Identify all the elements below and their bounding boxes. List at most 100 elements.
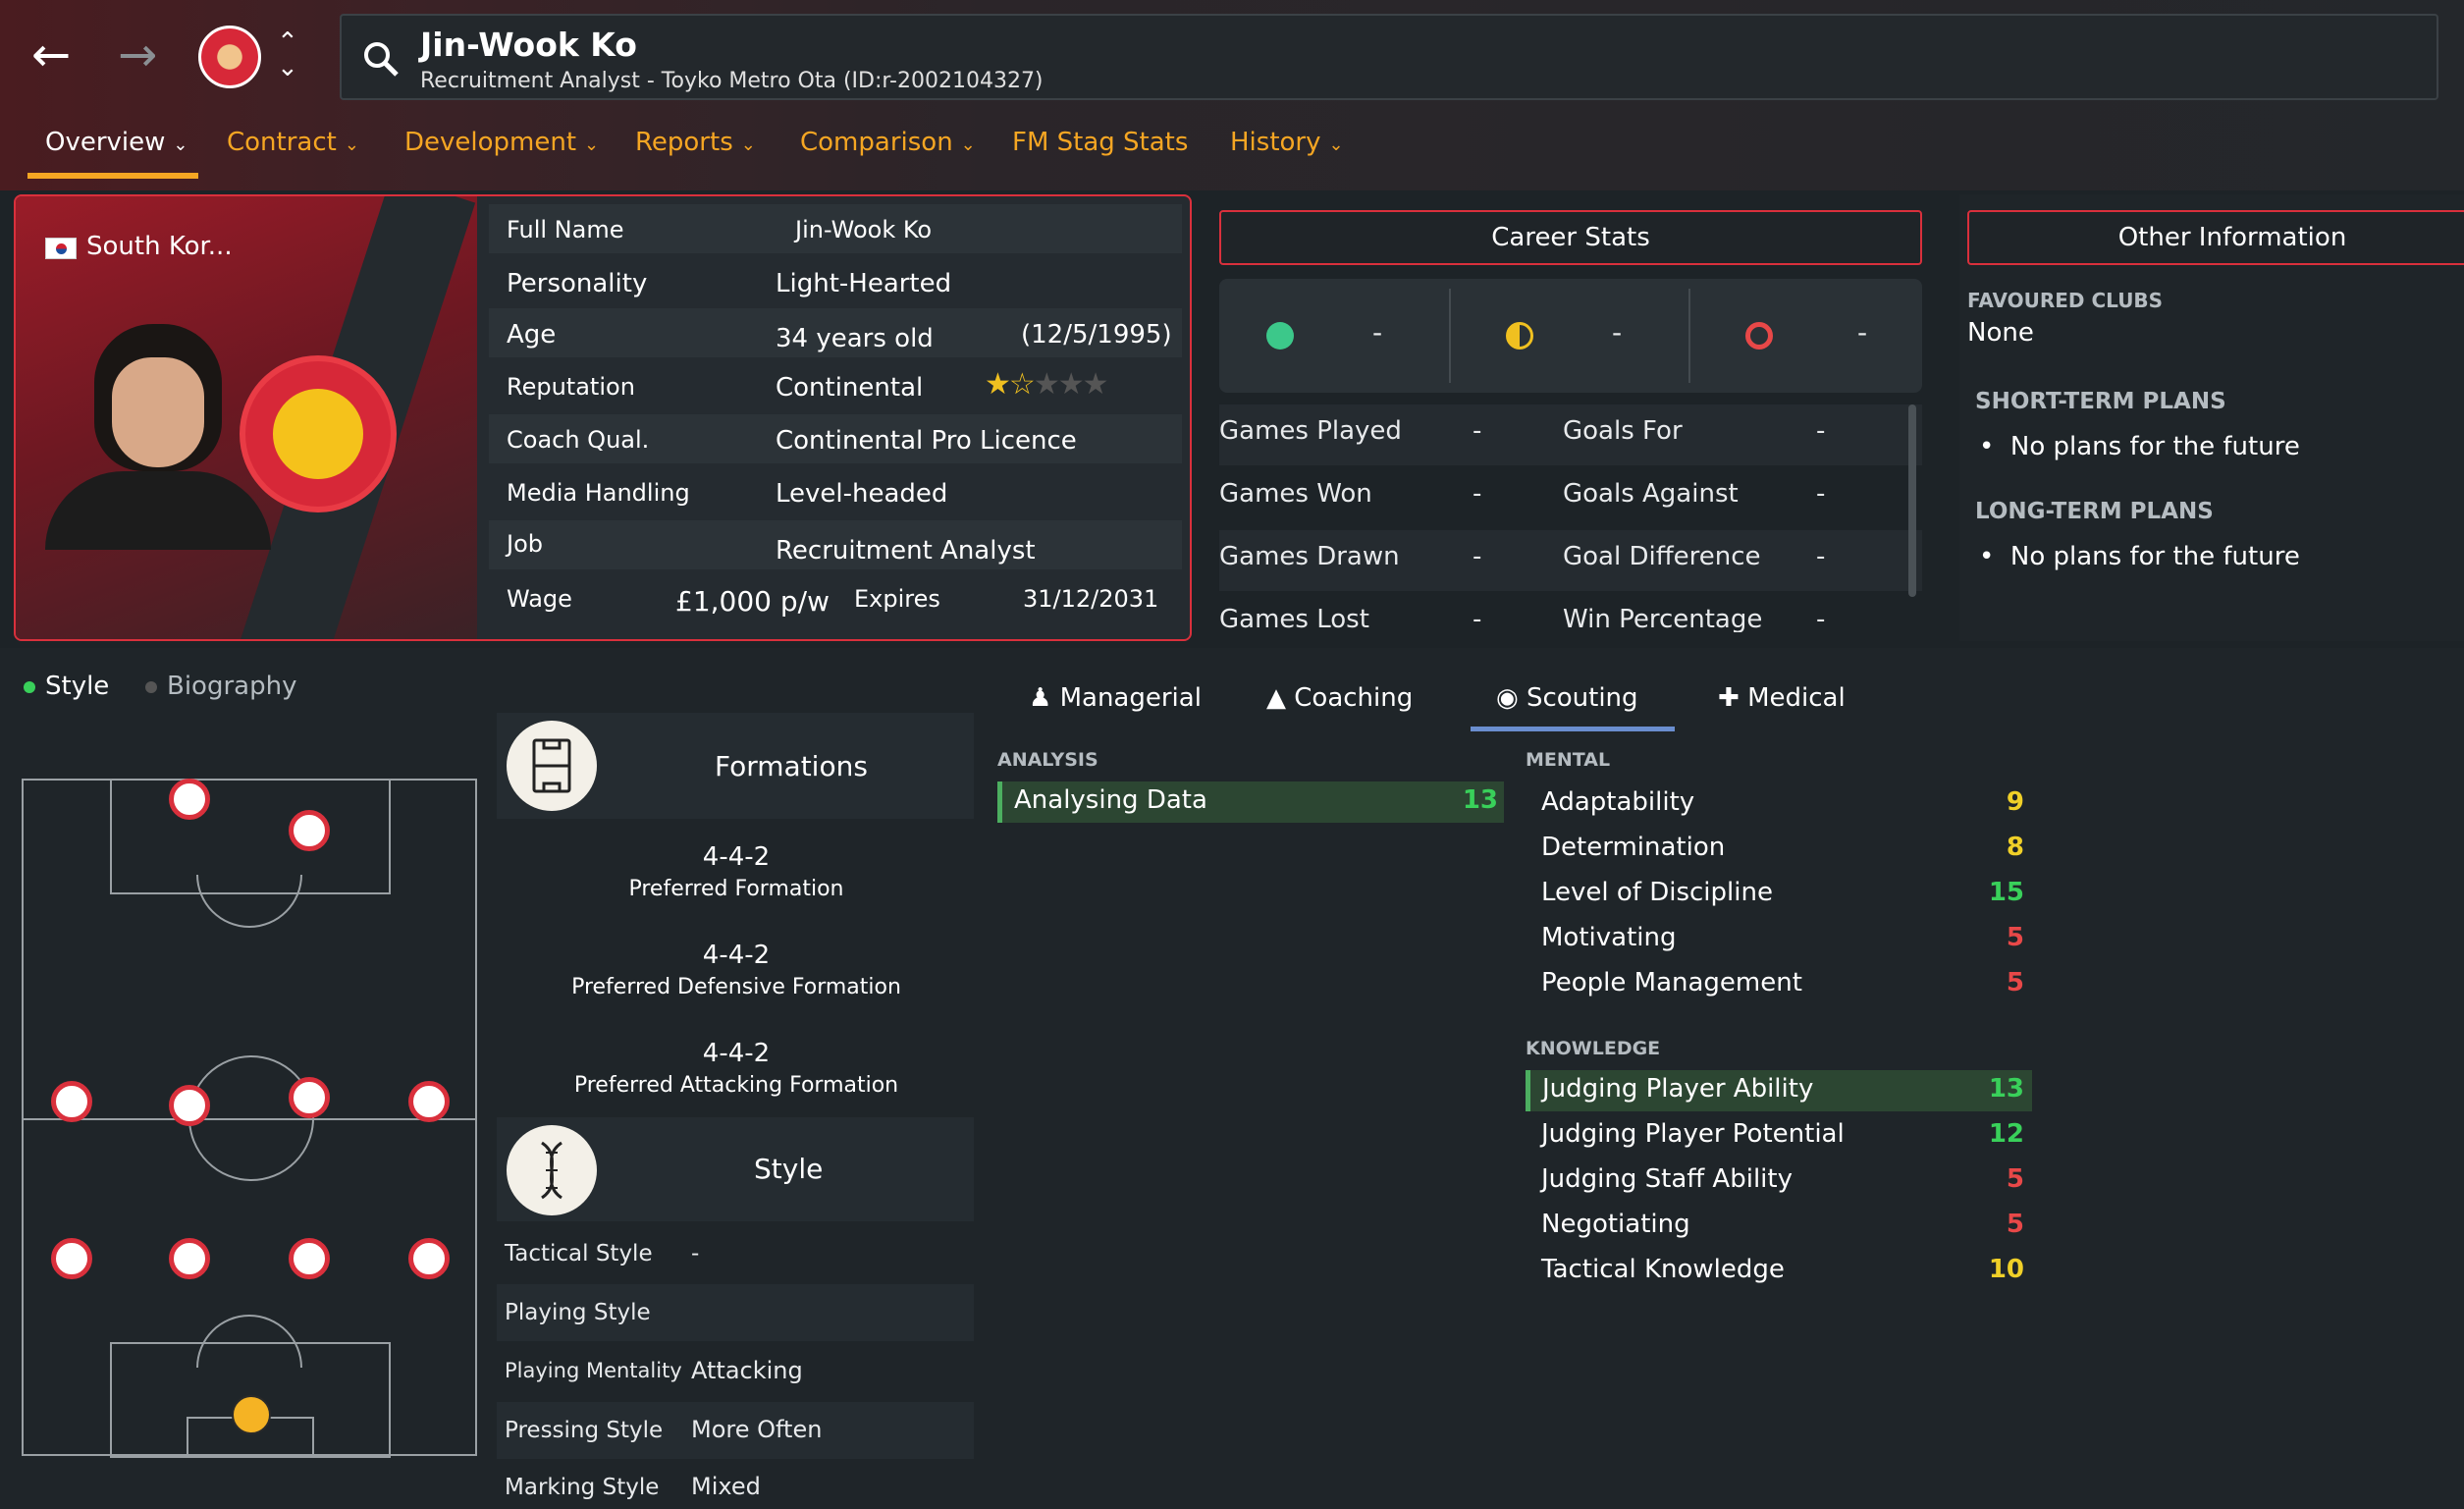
attr-row[interactable]: Judging Staff Ability 5 [1526, 1160, 2032, 1202]
attr-row[interactable]: People Management 5 [1526, 964, 2032, 1005]
chevron-up-down-icon[interactable]: ⌃ ⌄ [277, 29, 298, 81]
pitch-arc-top [196, 875, 302, 928]
style-row: Playing Style [497, 1284, 974, 1341]
formation-label: Preferred Defensive Formation [571, 975, 901, 999]
info-key: Full Name [507, 216, 624, 243]
short-term-plans-label: SHORT-TERM PLANS [1975, 389, 2226, 414]
attr-value: 5 [2006, 1210, 2024, 1239]
tab-comparison[interactable]: Comparison ⌄ [800, 128, 976, 157]
player-position-marker[interactable] [169, 1085, 210, 1126]
attr-row[interactable]: Determination 8 [1526, 829, 2032, 870]
attr-name: Judging Player Ability [1542, 1074, 1814, 1104]
formation-label: Preferred Attacking Formation [573, 1073, 899, 1098]
back-arrow-icon[interactable]: ← [31, 27, 71, 82]
stat-label: Games Played [1219, 416, 1402, 446]
style-row: Pressing Style More Often [497, 1402, 974, 1459]
career-scrollbar[interactable] [1908, 404, 1916, 597]
attr-row[interactable]: Adaptability 9 [1526, 783, 2032, 825]
staff-name: Jin-Wook Ko [420, 26, 637, 64]
chevron-down-icon: ⌄ [1328, 135, 1344, 155]
tab-label: Comparison [800, 128, 953, 157]
other-information-header[interactable]: Other Information [1967, 210, 2464, 265]
tab-fm-stag-stats[interactable]: FM Stag Stats [1012, 128, 1188, 157]
attr-name: Tactical Knowledge [1541, 1255, 1785, 1284]
tab-contract[interactable]: Contract ⌄ [227, 128, 359, 157]
player-position-marker[interactable] [289, 810, 330, 851]
forward-arrow-icon[interactable]: → [118, 27, 157, 82]
style-title: Style [754, 1153, 824, 1185]
short-term-plans-item: • No plans for the future [1979, 432, 2300, 461]
nationality-label[interactable]: South Kor... [86, 232, 233, 261]
attr-row[interactable]: Judging Player Ability 13 [1526, 1070, 2032, 1111]
stat-label: Goals Against [1563, 479, 1739, 509]
info-row-wage: Wage £1,000 p/w Expires 31/12/2031 [489, 573, 1182, 622]
player-position-marker[interactable] [51, 1081, 92, 1122]
attr-row[interactable]: Judging Player Potential 12 [1526, 1115, 2032, 1157]
birth-date: (12/5/1995) [1021, 320, 1172, 350]
win-dot-icon [1266, 322, 1294, 350]
tab-label: Reports [635, 128, 733, 157]
career-stats-header[interactable]: Career Stats [1219, 210, 1922, 265]
attr-name: Negotiating [1541, 1210, 1690, 1239]
search-icon[interactable] [361, 39, 401, 79]
player-position-marker[interactable] [289, 1077, 330, 1118]
attr-row[interactable]: Negotiating 5 [1526, 1206, 2032, 1247]
info-row-age: Age 34 years old (12/5/1995) [489, 308, 1182, 357]
tab-coaching[interactable]: ▲ Coaching [1266, 683, 1413, 713]
tab-development[interactable]: Development ⌄ [404, 128, 599, 157]
stat-label: Games Lost [1219, 605, 1369, 632]
attr-row[interactable]: Tactical Knowledge 10 [1526, 1251, 2032, 1292]
tab-biography[interactable]: Biography [145, 672, 296, 701]
tab-managerial[interactable]: ♟ Managerial [1029, 683, 1202, 713]
attr-value: 13 [1988, 1074, 2024, 1104]
attr-name: Motivating [1541, 923, 1677, 952]
goalkeeper-marker[interactable] [232, 1395, 271, 1434]
player-position-marker[interactable] [169, 779, 210, 820]
info-row-personality: Personality Light-Hearted [489, 257, 1182, 306]
pitch-center-circle [188, 1055, 314, 1181]
tab-label: FM Stag Stats [1012, 128, 1189, 157]
player-position-marker[interactable] [169, 1238, 210, 1279]
attr-row[interactable]: Motivating 5 [1526, 919, 2032, 960]
style-value: Mixed [691, 1473, 761, 1500]
tab-style[interactable]: Style [24, 672, 109, 701]
stat-value: - [1816, 605, 1826, 632]
tab-overview[interactable]: Overview ⌄ [45, 128, 188, 157]
tab-label: History [1230, 128, 1321, 157]
short-term-plans-value: No plans for the future [2009, 432, 2300, 461]
info-row-job: Job Recruitment Analyst [489, 520, 1182, 569]
stat-value: - [1816, 416, 1826, 446]
stat-value: - [1473, 479, 1482, 509]
tab-medical[interactable]: ✚ Medical [1718, 683, 1846, 713]
info-value: Jin-Wook Ko [795, 216, 933, 243]
favoured-clubs-value: None [1967, 318, 2034, 348]
player-position-marker[interactable] [289, 1238, 330, 1279]
expires-value: 31/12/2031 [1023, 585, 1159, 613]
player-position-marker[interactable] [51, 1238, 92, 1279]
tab-scouting[interactable]: ◉ Scouting [1496, 683, 1638, 713]
player-position-marker[interactable] [408, 1238, 450, 1279]
club-logo-icon[interactable] [240, 355, 397, 512]
search-bar[interactable]: Jin-Wook Ko Recruitment Analyst - Toyko … [340, 14, 2438, 100]
attr-value: 8 [2006, 833, 2024, 862]
info-value: Continental [776, 373, 924, 403]
tab-managerial-label: Managerial [1059, 683, 1202, 713]
attr-name: Level of Discipline [1541, 878, 1773, 907]
tab-history[interactable]: History ⌄ [1230, 128, 1344, 157]
attr-name: People Management [1541, 968, 1802, 997]
player-position-marker[interactable] [408, 1081, 450, 1122]
attr-value: 5 [2006, 1164, 2024, 1194]
club-crest-icon[interactable] [198, 26, 261, 88]
career-row: Games Played - Goals For - [1219, 404, 1922, 465]
binoculars-icon: ◉ [1496, 683, 1519, 713]
chevron-down-icon: ⌄ [960, 135, 976, 155]
reputation-stars: ★☆★★★ [985, 367, 1108, 402]
draw-dot-icon [1506, 322, 1533, 350]
wage-value: £1,000 p/w [675, 585, 830, 618]
tab-reports[interactable]: Reports ⌄ [635, 128, 756, 157]
style-key: Tactical Style [505, 1241, 653, 1266]
info-key: Age [507, 320, 557, 350]
info-value: Recruitment Analyst [776, 536, 1036, 566]
attr-row-analysing-data[interactable]: Analysing Data 13 [997, 781, 1504, 823]
attr-row[interactable]: Level of Discipline 15 [1526, 874, 2032, 915]
